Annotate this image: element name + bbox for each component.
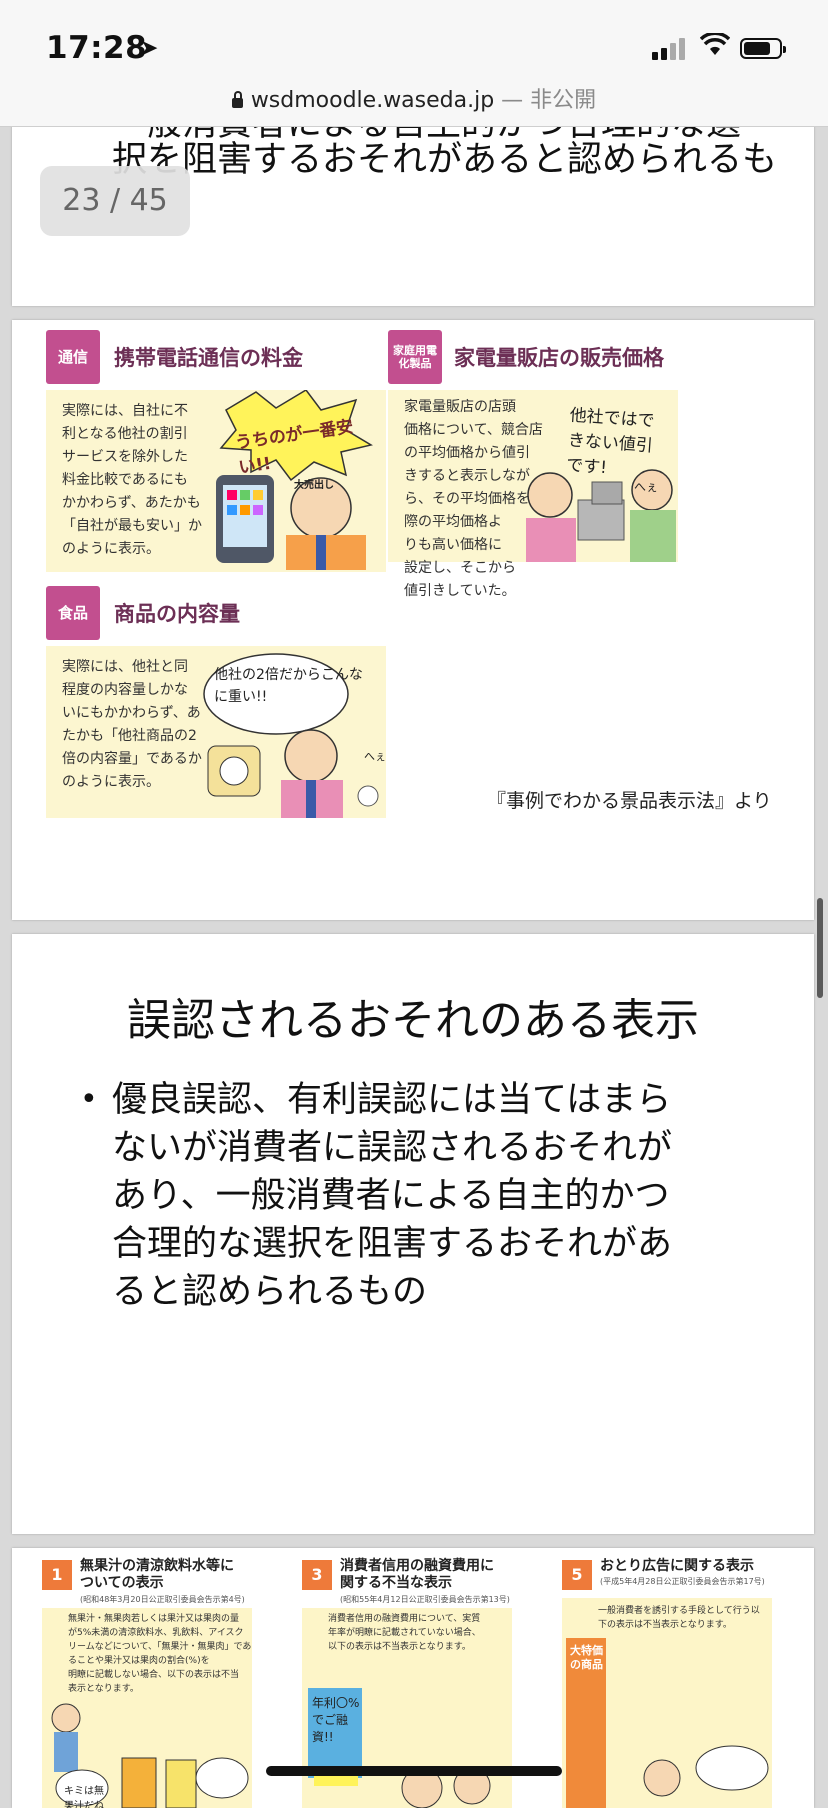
bullet-line: ると認められるもの xyxy=(112,1272,428,1312)
bullet-line: 優良誤認、有利誤認には当てはまら xyxy=(112,1080,672,1120)
speech-bubble-text: 年利〇%でご融資!! xyxy=(312,1696,360,1744)
card-body: 無果汁・無果肉若しくは果汁又は果肉の量 が5%未満の清涼飲料水、乳飲料、アイスク… xyxy=(68,1614,252,1694)
panel-title: 携帯電話通信の料金 xyxy=(114,346,303,370)
guideline-card: 1 無果汁の清涼飲料水等に ついての表示 (昭和48年3月20日公正取引委員会告… xyxy=(32,1548,278,1808)
category-tag: 通信 xyxy=(46,330,100,384)
card-panel: 一般消費者を誘引する手段として行う以 下の表示は不当表示となります。 大特価の商… xyxy=(562,1598,772,1808)
browser-top-bar: 17:28 ➤ wsdmoodle.waseda.jp — 非公開 xyxy=(0,0,828,127)
panel-title: 家電量販店の販売価格 xyxy=(454,346,664,370)
speech-bubble-text: 他社ではできない値引です! xyxy=(565,405,656,479)
slide-text-line: 択を阻害するおそれがあると認められるも xyxy=(112,140,778,180)
slide-title: 誤認されるおそれのある表示 xyxy=(127,995,699,1046)
card-reference: (昭和48年3月20日公正取引委員会告示第4号) xyxy=(80,1595,245,1604)
url-domain: wsdmoodle.waseda.jp xyxy=(250,88,495,113)
guideline-card: 5 おとり広告に関する表示 (平成5年4月28日公正取引委員会告示第17号) 一… xyxy=(552,1548,798,1808)
example-panel: 実際には、自社に不 利となる他社の割引 サービスを除外した 料金比較であるにも … xyxy=(46,390,386,572)
reaction-text: へぇ xyxy=(364,750,386,763)
card-body: 一般消費者を誘引する手段として行う以 下の表示は不当表示となります。 xyxy=(598,1606,760,1630)
battery-icon xyxy=(740,38,786,59)
home-indicator[interactable] xyxy=(266,1766,562,1776)
address-bar[interactable]: wsdmoodle.waseda.jp — 非公開 xyxy=(0,82,828,114)
panel-description: 実際には、自社に不 利となる他社の割引 サービスを除外した 料金比較であるにも … xyxy=(62,403,202,557)
bullet-dot: • xyxy=(80,1082,98,1117)
card-number: 3 xyxy=(302,1560,332,1590)
bullet-line: あり、一般消費者による自主的かつ xyxy=(112,1176,670,1216)
page-indicator: 23 / 45 xyxy=(40,166,190,236)
card-number: 1 xyxy=(42,1560,72,1590)
bullet-line: 合理的な選択を阻害するおそれがあ xyxy=(112,1224,673,1264)
speech-bubble-text: キミは無果汁だね xyxy=(64,1786,104,1808)
wifi-icon xyxy=(700,33,730,55)
lock-icon xyxy=(231,91,243,108)
example-panel: 家電量販店の店頭 価格について、競合店 の平均価格から値引 きすると表示しなが … xyxy=(388,390,678,599)
card-reference: (昭和55年4月12日公正取引委員会告示第13号) xyxy=(340,1595,510,1604)
card-panel: 消費者信用の融資費用について、実質 年率が明瞭に記載されていない場合、 以下の表… xyxy=(302,1608,512,1808)
slide-main: 誤認されるおそれのある表示 • 優良誤認、有利誤認には当てはまら ないが消費者に… xyxy=(12,934,814,1534)
category-tag: 食品 xyxy=(46,586,100,640)
location-arrow-icon: ➤ xyxy=(140,36,159,61)
card-number: 5 xyxy=(562,1560,592,1590)
example-panel: 実際には、他社と同 程度の内容量しかな いにもかかわらず、あ たかも「他社商品の… xyxy=(46,646,386,818)
status-time: 17:28 xyxy=(46,30,148,66)
speech-bubble-text: 他社の2倍だからこんなに重い!! xyxy=(214,667,363,705)
panel-title: 商品の内容量 xyxy=(114,602,240,626)
card-title: 無果汁の清涼飲料水等に ついての表示 xyxy=(80,1558,234,1591)
bullet-line: ないが消費者に誤認されるおそれが xyxy=(112,1128,673,1168)
card-body: 消費者信用の融資費用について、実質 年率が明瞭に記載されていない場合、 以下の表… xyxy=(328,1614,481,1652)
cellular-signal-icon xyxy=(652,38,688,60)
speech-bubble-text: 大特価の商品 xyxy=(570,1644,603,1671)
headband-label: 大売出し xyxy=(294,480,334,491)
card-title: おとり広告に関する表示 xyxy=(600,1558,754,1574)
url-visibility: — 非公開 xyxy=(494,88,597,113)
card-title: 消費者信用の融資費用に 関する不当な表示 xyxy=(340,1558,494,1591)
panel-description: 実際には、他社と同 程度の内容量しかな いにもかかわらず、あ たかも「他社商品の… xyxy=(62,659,202,790)
reaction-text: へぇ xyxy=(634,480,659,494)
category-tag: 家庭用電化製品 xyxy=(388,330,442,384)
source-citation: 『事例でわかる景品表示法』より xyxy=(487,790,772,812)
slide-examples: 通信 携帯電話通信の料金 実際には、自社に不 利となる他社の割引 サービスを除外… xyxy=(12,320,814,920)
card-panel: 無果汁・無果肉若しくは果汁又は果肉の量 が5%未満の清涼飲料水、乳飲料、アイスク… xyxy=(42,1608,252,1808)
scrollbar[interactable] xyxy=(817,898,823,998)
card-reference: (平成5年4月28日公正取引委員会告示第17号) xyxy=(600,1577,765,1586)
